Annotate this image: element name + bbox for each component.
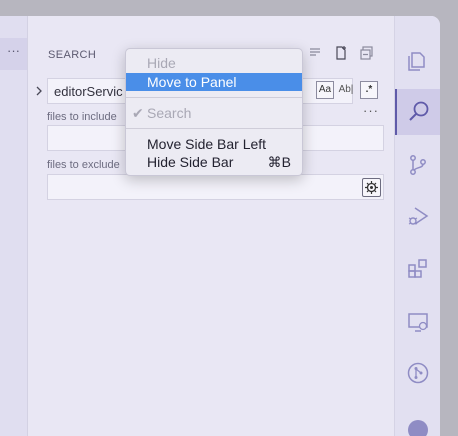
- activity-bar: [394, 16, 440, 436]
- editor-tab-overflow[interactable]: ···: [0, 38, 27, 70]
- use-exclude-settings-icon[interactable]: [362, 178, 381, 197]
- menu-item-label: Move to Panel: [147, 74, 237, 90]
- source-control-icon[interactable]: [395, 142, 440, 188]
- match-case-toggle[interactable]: Aa: [316, 81, 334, 99]
- use-regex-toggle[interactable]: .*: [360, 81, 378, 99]
- remote-explorer-icon[interactable]: [395, 299, 440, 345]
- menu-item-search[interactable]: ✔ Search: [126, 104, 302, 122]
- menu-item-move-side-bar-left[interactable]: Move Side Bar Left: [126, 135, 302, 153]
- search-icon[interactable]: [395, 89, 440, 135]
- explorer-icon[interactable]: [395, 38, 440, 84]
- files-to-include-label: files to include: [47, 111, 117, 123]
- menu-item-label: Search: [147, 105, 192, 121]
- checkmark-icon: ✔: [132, 105, 144, 121]
- search-input-value: editorServic: [54, 84, 123, 99]
- menu-item-label: Move Side Bar Left: [147, 136, 267, 152]
- menu-separator: [126, 128, 302, 129]
- files-to-exclude-label: files to exclude: [47, 159, 120, 171]
- sidebar-title: SEARCH: [48, 49, 97, 61]
- menu-item-hide[interactable]: Hide: [126, 54, 302, 72]
- files-to-exclude-input[interactable]: [47, 174, 384, 200]
- context-menu: Hide Move to Panel ✔ Search Move Side Ba…: [125, 48, 303, 176]
- menu-item-hide-side-bar[interactable]: Hide Side Bar ⌘B: [126, 153, 302, 171]
- collapse-all-icon[interactable]: [360, 46, 374, 60]
- match-whole-word-toggle[interactable]: Ab|: [337, 81, 355, 99]
- menu-item-shortcut: ⌘B: [267, 154, 291, 170]
- menu-separator: [126, 97, 302, 98]
- new-search-editor-icon[interactable]: [334, 46, 348, 60]
- clear-results-icon[interactable]: [308, 46, 322, 60]
- github-icon[interactable]: [395, 404, 440, 436]
- pull-requests-icon[interactable]: [395, 350, 440, 396]
- menu-item-move-to-panel[interactable]: Move to Panel: [126, 73, 302, 91]
- toggle-search-details-icon[interactable]: ···: [363, 103, 379, 118]
- run-debug-icon[interactable]: [395, 193, 440, 239]
- extensions-icon[interactable]: [395, 245, 440, 291]
- menu-item-label: Hide Side Bar: [147, 154, 234, 170]
- toggle-replace-chevron-icon[interactable]: [34, 84, 44, 98]
- menu-item-label: Hide: [147, 55, 176, 71]
- editor-edge: ···: [0, 16, 28, 436]
